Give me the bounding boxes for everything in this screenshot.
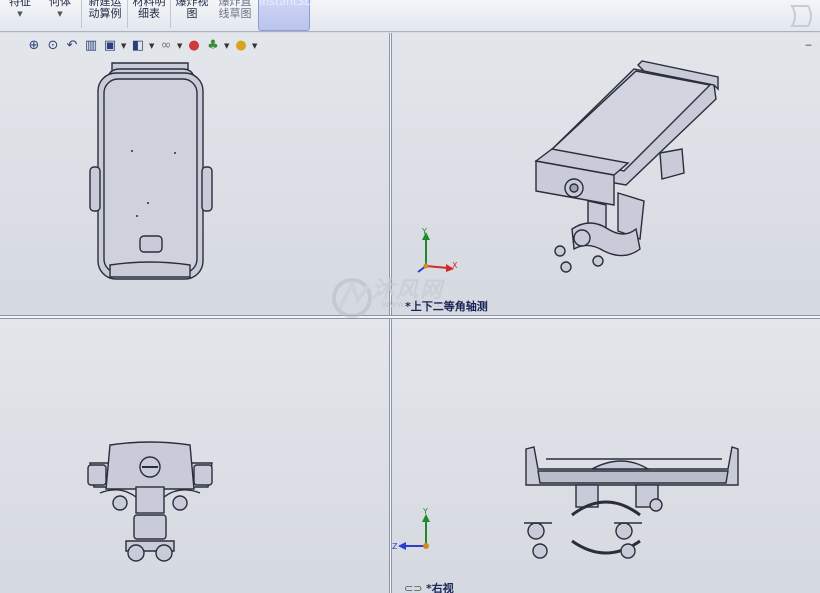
axis-y-label: Y — [421, 227, 427, 236]
explode-line-sketch-label-2: 线草图 — [218, 7, 252, 20]
command-manager-ribbon: 特征 ▼ 何体 ▼ 新建运 动算例 材料明 细表 爆炸视 图 爆炸直 线草图 I… — [0, 0, 820, 32]
link-icon: ⊂⊃ — [404, 582, 426, 593]
chevron-down-icon[interactable]: ▼ — [44, 8, 76, 20]
new-motion-study-label-2: 动算例 — [88, 7, 122, 20]
instant3d-button[interactable]: Instant3D — [258, 0, 313, 31]
axis-y-label: Y — [422, 507, 428, 516]
exploded-view-button[interactable]: 爆炸视 图 — [172, 0, 212, 31]
bill-of-materials-button[interactable]: 材料明 细表 — [129, 0, 169, 31]
ribbon-divider — [127, 0, 128, 28]
bom-label-2: 细表 — [138, 7, 160, 20]
instant3d-label: Instant3D — [259, 0, 313, 8]
axis-z-label: Z — [392, 542, 398, 551]
top-view-model — [87, 441, 213, 562]
features-button[interactable]: 特征 ▼ — [4, 0, 36, 31]
body-label: 何体 — [49, 0, 71, 8]
ribbon-divider — [81, 0, 82, 28]
new-motion-study-button[interactable]: 新建运 动算例 — [84, 0, 126, 31]
body-button[interactable]: 何体 ▼ — [44, 0, 76, 31]
right-view-model — [524, 446, 739, 559]
ribbon-divider — [170, 0, 171, 28]
features-label: 特征 — [9, 0, 31, 8]
view-label-right-text: *右视 — [425, 582, 454, 593]
solidworks-logo-icon — [790, 5, 812, 27]
view-label-isometric: *上下二等角轴测 — [405, 300, 488, 313]
orientation-triad-right: Y Z — [392, 507, 430, 551]
view-label-right: ⊂⊃ *右视 — [404, 580, 454, 593]
axis-x-label: X — [452, 261, 458, 270]
chevron-down-icon[interactable]: ▼ — [4, 8, 36, 20]
exploded-view-label-2: 图 — [186, 7, 198, 20]
explode-line-sketch-button[interactable]: 爆炸直 线草图 — [214, 0, 256, 31]
front-view-model — [89, 62, 213, 280]
orientation-triad-iso: Y X — [417, 227, 458, 273]
